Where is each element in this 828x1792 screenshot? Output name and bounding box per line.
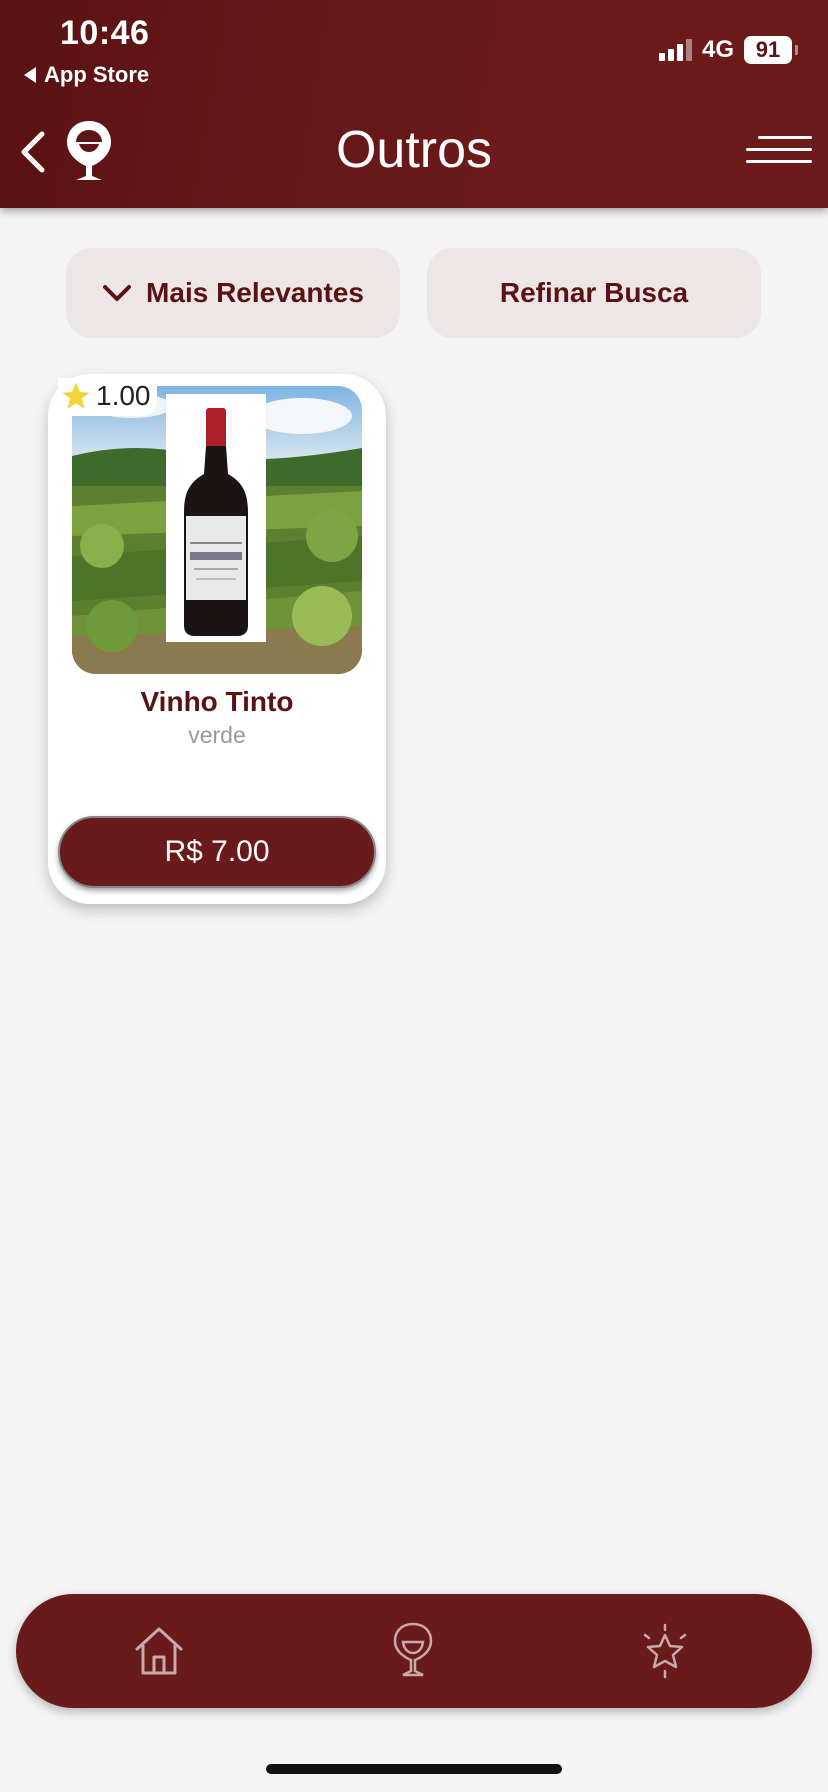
- tab-home[interactable]: [124, 1616, 194, 1686]
- refine-search-button[interactable]: Refinar Busca: [427, 248, 761, 338]
- product-subtitle: verde: [188, 722, 246, 748]
- network-type: 4G: [701, 36, 734, 63]
- chevron-down-icon: [103, 285, 132, 301]
- page-title: Outros: [335, 121, 493, 179]
- bottom-navigation: [16, 1594, 812, 1708]
- sort-label: Mais Relevantes: [146, 277, 364, 308]
- price-button[interactable]: R$ 7.00: [58, 816, 376, 888]
- wine-bottle-icon: [184, 408, 248, 636]
- status-time: 10:46: [60, 14, 150, 52]
- tab-favorites[interactable]: [630, 1616, 700, 1686]
- refine-label: Refinar Busca: [499, 277, 689, 308]
- battery-icon: 91: [744, 36, 798, 64]
- home-icon: [135, 1627, 183, 1675]
- sort-button[interactable]: Mais Relevantes: [66, 248, 400, 338]
- product-image: [72, 386, 362, 674]
- app-store-back-label: App Store: [44, 62, 150, 87]
- menu-button[interactable]: [746, 130, 812, 170]
- star-icon: [62, 382, 90, 409]
- wine-bottle-image: [166, 394, 266, 642]
- rating-value: 1.00: [96, 380, 151, 411]
- back-triangle-icon: [24, 67, 36, 83]
- app-header: 10:46 App Store 4G 91 Outros: [0, 0, 828, 208]
- rating-badge: 1.00: [58, 378, 157, 416]
- home-indicator[interactable]: [266, 1764, 562, 1774]
- wine-glass-icon: [393, 1622, 433, 1677]
- signal-icon: [658, 39, 692, 61]
- product-name: Vinho Tinto: [140, 686, 294, 717]
- product-card[interactable]: 1.00 Vinho Tinto verde R$ 7.00: [48, 374, 386, 904]
- tab-wine[interactable]: [378, 1616, 448, 1686]
- app-store-back-link[interactable]: App Store: [24, 62, 149, 88]
- star-icon: [643, 1623, 687, 1679]
- status-indicators: 4G 91: [658, 36, 798, 64]
- price-label: R$ 7.00: [164, 835, 270, 868]
- screen: 10:46 App Store 4G 91 Outros Mais Releva…: [0, 0, 828, 1792]
